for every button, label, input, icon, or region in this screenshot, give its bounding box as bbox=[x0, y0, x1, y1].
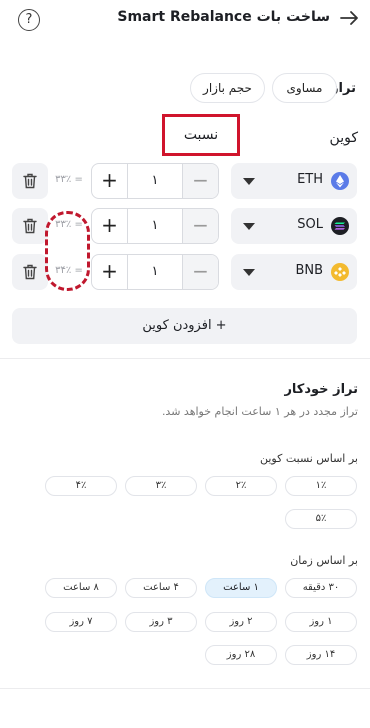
trash-icon bbox=[23, 264, 37, 280]
time-chip[interactable]: ۳ روز bbox=[125, 612, 197, 632]
coin-select-eth[interactable]: ETH bbox=[231, 163, 357, 199]
time-chip[interactable]: ۲ روز bbox=[205, 612, 277, 632]
page-title: ساخت بات Smart Rebalance bbox=[117, 9, 330, 25]
sol-logo-icon bbox=[331, 217, 349, 235]
ratio-chip[interactable]: ۳٪ bbox=[125, 476, 197, 496]
plus-button[interactable]: + bbox=[92, 209, 128, 243]
by-ratio-title: بر اساس نسبت کوین bbox=[259, 452, 358, 465]
time-chip[interactable]: ۳۰ دقیقه bbox=[285, 578, 357, 598]
coin-name: ETH bbox=[297, 172, 323, 187]
percent-highlight-oval bbox=[45, 211, 90, 291]
section-divider bbox=[0, 358, 370, 359]
ratio-highlight-box: نسبت bbox=[162, 114, 240, 156]
caret-down-icon bbox=[243, 223, 255, 230]
ratio-chip[interactable]: ۱٪ bbox=[285, 476, 357, 496]
help-icon[interactable]: ? bbox=[18, 9, 40, 31]
time-chip[interactable]: ۱۴ روز bbox=[285, 645, 357, 665]
trash-icon bbox=[23, 173, 37, 189]
minus-button[interactable]: − bbox=[182, 209, 218, 243]
back-arrow-icon[interactable] bbox=[338, 7, 360, 29]
coin-name: BNB bbox=[295, 263, 323, 278]
ratio-value[interactable]: ۱ bbox=[128, 164, 182, 198]
ratio-stepper: + ۱ − bbox=[91, 163, 219, 199]
add-coin-button[interactable]: + افزودن کوین bbox=[12, 308, 357, 344]
delete-button[interactable] bbox=[12, 163, 48, 199]
header: ساخت بات Smart Rebalance ? bbox=[0, 0, 370, 40]
plus-button[interactable]: + bbox=[92, 164, 128, 198]
time-chip[interactable]: ۴ ساعت bbox=[125, 578, 197, 598]
coin-select-bnb[interactable]: BNB bbox=[231, 254, 357, 290]
time-chip[interactable]: ۷ روز bbox=[45, 612, 117, 632]
auto-balance-title: تراز خودکار bbox=[284, 382, 358, 397]
caret-down-icon bbox=[243, 178, 255, 185]
ratio-column-header: نسبت bbox=[183, 127, 219, 143]
minus-button[interactable]: − bbox=[182, 255, 218, 289]
ratio-chip[interactable]: ۲٪ bbox=[205, 476, 277, 496]
plus-button[interactable]: + bbox=[92, 255, 128, 289]
time-chip[interactable]: ۱ روز bbox=[285, 612, 357, 632]
delete-button[interactable] bbox=[12, 208, 48, 244]
bottom-divider bbox=[0, 688, 370, 689]
ratio-chip[interactable]: ۵٪ bbox=[285, 509, 357, 529]
caret-down-icon bbox=[243, 269, 255, 276]
coin-column-header: کوین bbox=[329, 130, 358, 146]
time-chip-selected[interactable]: ۱ ساعت bbox=[205, 578, 277, 598]
delete-button[interactable] bbox=[12, 254, 48, 290]
by-time-title: بر اساس زمان bbox=[290, 554, 358, 567]
coin-select-sol[interactable]: SOL bbox=[231, 208, 357, 244]
ratio-stepper: + ۱ − bbox=[91, 208, 219, 244]
coin-name: SOL bbox=[297, 217, 323, 232]
ratio-value[interactable]: ۱ bbox=[128, 255, 182, 289]
auto-balance-description: تراز مجدد در هر ۱ ساعت انجام خواهد شد. bbox=[161, 405, 358, 418]
bnb-logo-icon bbox=[331, 263, 349, 281]
percent-label: = ۳۳٪ bbox=[55, 174, 83, 185]
time-chip[interactable]: ۲۸ روز bbox=[205, 645, 277, 665]
eth-logo-icon bbox=[331, 172, 349, 190]
minus-button[interactable]: − bbox=[182, 164, 218, 198]
option-market-cap[interactable]: حجم بازار bbox=[190, 73, 265, 103]
trash-icon bbox=[23, 218, 37, 234]
ratio-value[interactable]: ۱ bbox=[128, 209, 182, 243]
time-chip[interactable]: ۸ ساعت bbox=[45, 578, 117, 598]
ratio-chip[interactable]: ۴٪ bbox=[45, 476, 117, 496]
option-equal[interactable]: مساوی bbox=[272, 73, 337, 103]
ratio-stepper: + ۱ − bbox=[91, 254, 219, 290]
